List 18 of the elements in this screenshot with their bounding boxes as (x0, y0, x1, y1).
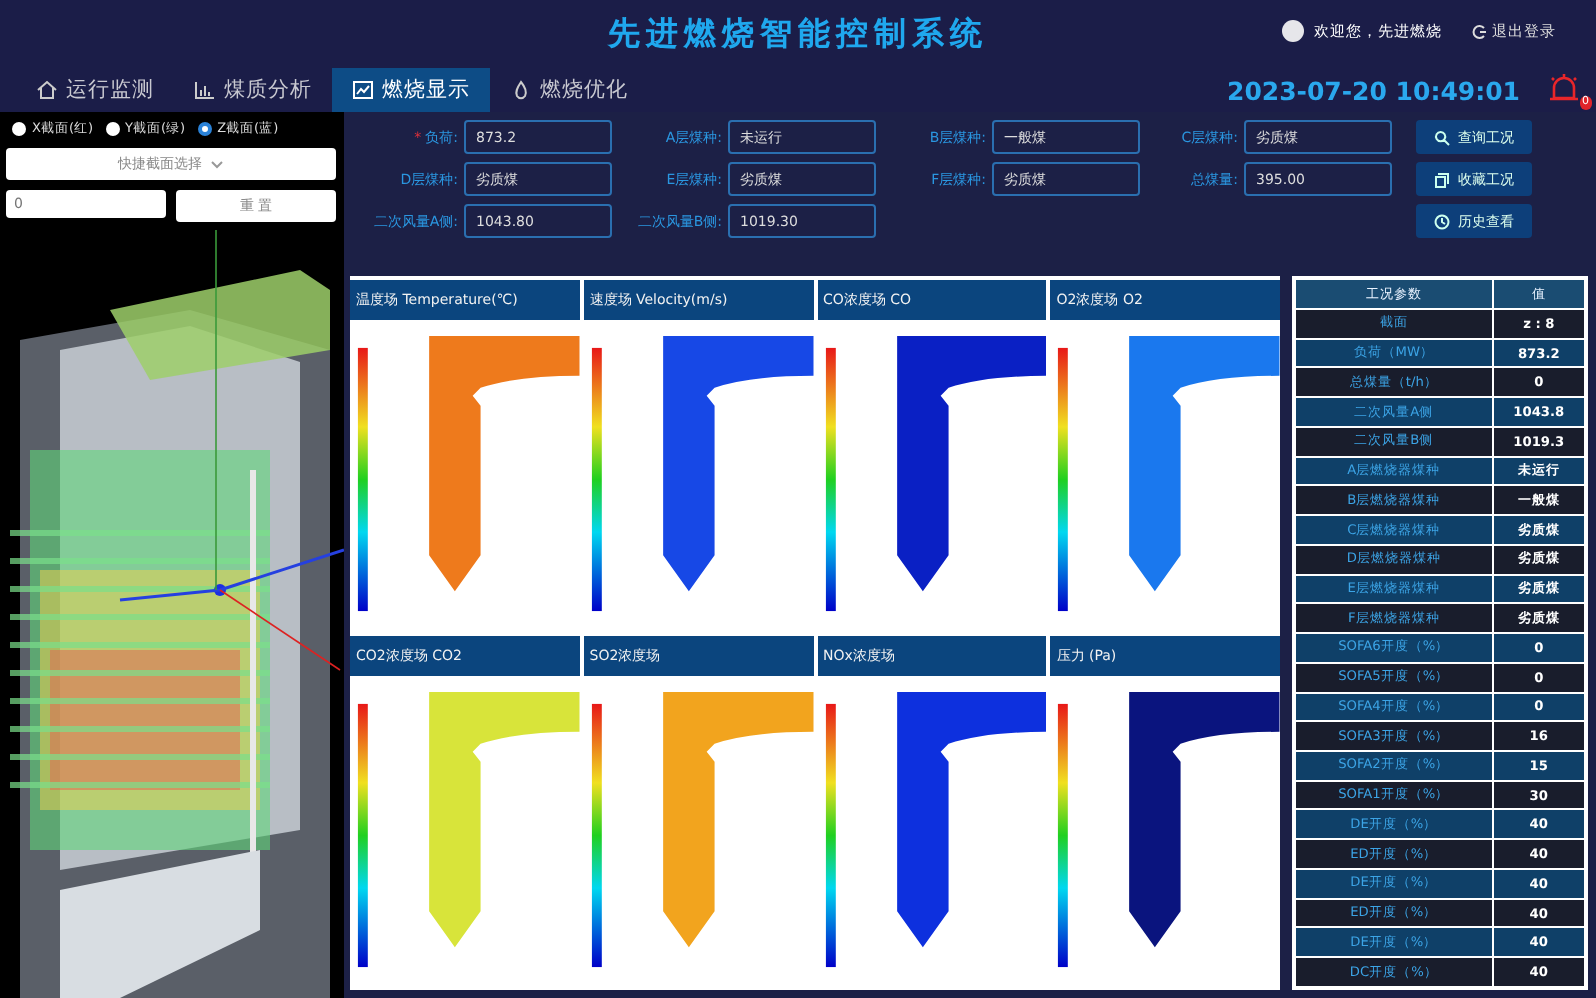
radio-icon[interactable] (12, 122, 26, 136)
line-chart-icon (352, 80, 374, 100)
nav-tab[interactable]: 燃烧优化 (490, 68, 648, 112)
home-icon (36, 80, 58, 100)
bar-chart-icon (194, 80, 216, 100)
search-icon (1434, 129, 1450, 145)
radio-icon[interactable] (105, 122, 120, 136)
chevron-down-icon (210, 159, 224, 169)
nav-tab[interactable]: 煤质分析 (174, 68, 332, 112)
logout-icon (1472, 23, 1488, 39)
avatar-icon (1282, 20, 1304, 42)
copy-icon (1434, 171, 1450, 187)
date-time: 2023-07-20 10:49:01 (1227, 75, 1520, 105)
nav-tab[interactable]: 运行监测 (16, 68, 174, 112)
nav-tab[interactable]: 燃烧显示 (332, 68, 490, 112)
radio-icon[interactable] (197, 122, 212, 136)
app-title: 先进燃烧智能控制系统 (608, 13, 988, 55)
clock-icon (1434, 213, 1450, 229)
